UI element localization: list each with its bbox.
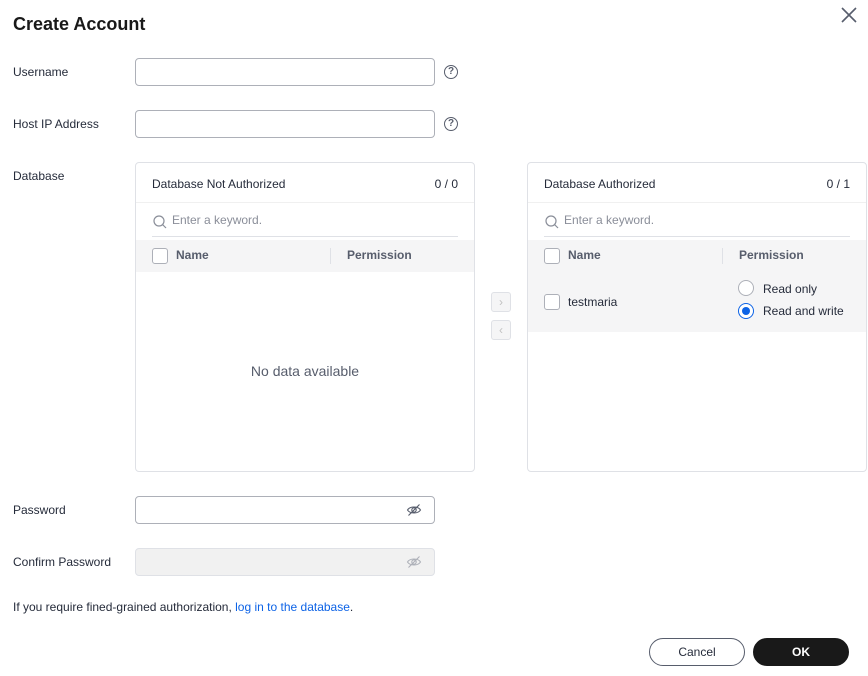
read-only-radio[interactable] (738, 280, 754, 296)
unauthorized-db-panel: Database Not Authorized 0 / 0 Name Permi… (135, 162, 475, 472)
search-input[interactable] (172, 213, 432, 227)
search-box (152, 211, 458, 237)
column-name-header: Name (176, 248, 209, 262)
cancel-button[interactable]: Cancel (649, 638, 745, 666)
eye-off-icon[interactable] (406, 554, 422, 570)
note-text: If you require fined-grained authorizati… (13, 600, 236, 614)
username-help-icon[interactable]: ? (444, 65, 458, 79)
search-box (544, 211, 850, 237)
close-icon[interactable] (838, 4, 860, 26)
column-name-header: Name (568, 248, 601, 262)
host-ip-input[interactable] (135, 110, 435, 138)
panel-title: Database Authorized (544, 177, 656, 191)
table-header: Name Permission (136, 240, 474, 272)
row-checkbox[interactable] (544, 294, 560, 310)
search-input[interactable] (564, 213, 824, 227)
database-label: Database (13, 169, 65, 183)
panel-count: 0 / 1 (826, 177, 850, 191)
panel-header: Database Authorized 0 / 1 (528, 163, 866, 203)
confirm-password-input[interactable] (135, 548, 435, 576)
username-input[interactable] (135, 58, 435, 86)
search-icon (545, 215, 559, 229)
read-only-label[interactable]: Read only (763, 282, 817, 296)
select-all-checkbox[interactable] (152, 248, 168, 264)
password-input[interactable] (135, 496, 435, 524)
select-all-checkbox[interactable] (544, 248, 560, 264)
panel-header: Database Not Authorized 0 / 0 (136, 163, 474, 203)
host-ip-help-icon[interactable]: ? (444, 117, 458, 131)
empty-state-text: No data available (250, 363, 360, 379)
move-right-button[interactable]: › (491, 292, 511, 312)
read-write-label[interactable]: Read and write (763, 304, 844, 318)
host-ip-label: Host IP Address (13, 117, 99, 131)
note-suffix: . (349, 600, 354, 614)
column-divider (722, 248, 723, 264)
panel-title: Database Not Authorized (152, 177, 286, 191)
password-label: Password (13, 503, 66, 517)
eye-off-icon[interactable] (406, 502, 422, 518)
read-write-radio[interactable] (738, 303, 754, 319)
move-left-button[interactable]: ‹ (491, 320, 511, 340)
table-header: Name Permission (528, 240, 866, 272)
username-label: Username (13, 65, 69, 79)
dialog-title: Create Account (13, 14, 146, 34)
column-divider (330, 248, 331, 264)
ok-button[interactable]: OK (753, 638, 849, 666)
column-permission-header: Permission (739, 248, 804, 262)
authorization-note: If you require fined-grained authorizati… (13, 600, 353, 614)
database-name: testmaria (568, 295, 618, 309)
table-row: testmaria Read only Read and write (528, 272, 866, 332)
column-permission-header: Permission (347, 248, 412, 262)
confirm-password-label: Confirm Password (13, 555, 112, 569)
login-database-link[interactable]: log in to the database (235, 600, 350, 614)
search-icon (153, 215, 167, 229)
authorized-db-panel: Database Authorized 0 / 1 Name Permissio… (527, 162, 867, 472)
panel-count: 0 / 0 (434, 177, 458, 191)
